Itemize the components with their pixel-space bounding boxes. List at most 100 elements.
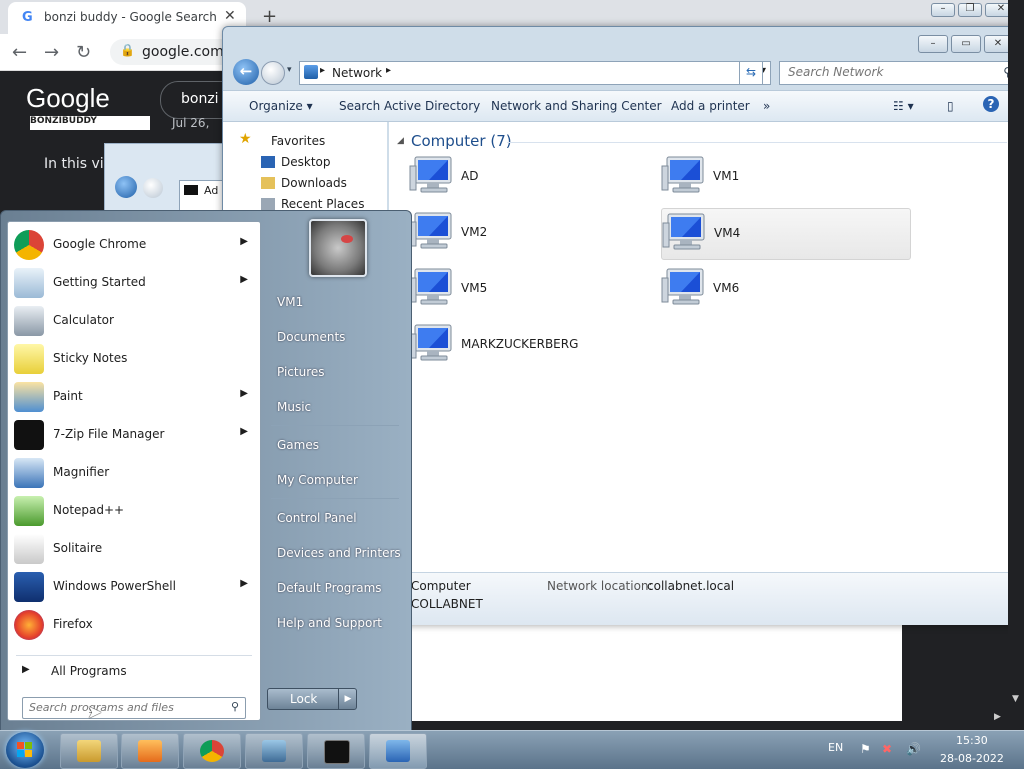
power-options-icon[interactable]: ▶ [338,689,357,709]
start-right-item[interactable]: Control Panel [267,503,403,533]
start-program-item[interactable]: Sticky Notes [10,340,256,376]
start-program-item[interactable]: Calculator [10,302,256,338]
forward-button[interactable] [261,61,285,85]
address-segment-network[interactable]: Network [332,66,382,80]
nav-desktop[interactable]: Desktop [281,155,331,169]
taskbar-network-button[interactable] [369,733,427,769]
computer-item[interactable]: VM1 [661,152,909,202]
new-tab-button[interactable]: + [262,6,277,27]
nav-favorites[interactable]: Favorites [271,134,325,148]
search-input[interactable] [780,62,988,82]
start-right-item[interactable]: Pictures [267,357,403,387]
scroll-right-icon[interactable]: ▶ [994,712,1001,722]
computer-name: AD [461,169,479,183]
start-program-item[interactable]: 7-Zip File Manager ▶ [10,416,256,452]
submenu-arrow-icon[interactable]: ▶ [240,578,248,589]
minimize-icon[interactable]: – [918,35,948,53]
computer-item[interactable]: VM6 [661,264,909,314]
start-program-item[interactable]: Firefox [10,606,256,642]
start-program-item[interactable]: Paint ▶ [10,378,256,414]
submenu-arrow-icon[interactable]: ▶ [240,236,248,247]
taskbar-cmd-button[interactable] [307,733,365,769]
taskbar-users-button[interactable] [245,733,303,769]
chevron-right-icon[interactable]: ▸ [386,65,391,76]
back-icon[interactable]: ← [12,42,27,63]
nav-downloads[interactable]: Downloads [281,176,347,190]
start-right-item[interactable]: My Computer [267,465,403,495]
taskbar-explorer-button[interactable] [60,733,118,769]
start-right-item[interactable]: VM1 [267,287,403,317]
network-sharing-center-button[interactable]: Network and Sharing Center [491,99,662,113]
submenu-arrow-icon[interactable]: ▶ [240,426,248,437]
computer-item[interactable]: VM4 [661,208,911,260]
recent-pages-icon[interactable]: ▾ [287,65,292,75]
maximize-icon[interactable]: ▭ [951,35,981,53]
start-right-item[interactable]: Music [267,392,403,422]
group-header[interactable]: Computer (7) [411,132,512,150]
computer-item[interactable]: MARKZUCKERBERG [409,320,657,370]
language-indicator[interactable]: EN [828,741,843,754]
start-search-input[interactable] [23,698,219,716]
computer-item[interactable]: VM2 [409,208,657,258]
chrome-scrollbar[interactable]: ▼ [1008,0,1024,730]
media-player-icon [138,740,162,762]
action-center-icon[interactable]: ⚑ [860,742,874,756]
sticky-notes-icon [14,344,44,374]
submenu-arrow-icon[interactable]: ▶ [240,388,248,399]
add-printer-button[interactable]: Add a printer [671,99,750,113]
computer-item[interactable]: VM5 [409,264,657,314]
more-commands-button[interactable]: » [763,99,770,113]
forward-icon[interactable]: → [44,42,59,63]
scroll-down-icon[interactable]: ▼ [1012,694,1019,704]
computer-item[interactable]: AD [409,152,657,202]
search-active-directory-button[interactable]: Search Active Directory [339,99,480,113]
nav-recent-places[interactable]: Recent Places [281,197,364,211]
clock-time[interactable]: 15:30 [956,734,988,747]
maximize-icon[interactable]: ❐ [958,3,982,17]
organize-button[interactable]: Organize ▾ [249,99,313,113]
computer-icon [409,212,452,249]
view-options-icon[interactable]: ☷ ▾ [893,99,914,113]
start-right-item[interactable]: Documents [267,322,403,352]
taskbar-media-player-button[interactable] [121,733,179,769]
start-program-item[interactable]: Notepad++ [10,492,256,528]
start-right-item[interactable]: Games [267,430,403,460]
minimize-icon[interactable]: – [931,3,955,17]
close-tab-icon[interactable]: ✕ [224,8,236,24]
lock-button[interactable]: Lock ▶ [267,688,357,710]
start-program-item[interactable]: Magnifier [10,454,256,490]
start-program-item[interactable]: Getting Started ▶ [10,264,256,300]
forward-icon[interactable] [143,178,163,198]
start-search-box[interactable]: ⚲ [22,697,246,719]
start-button[interactable] [6,732,44,768]
back-icon[interactable] [115,176,137,198]
taskbar-chrome-button[interactable] [183,733,241,769]
mini-address-text: Ad [204,184,219,197]
google-logo[interactable]: Google [26,83,110,114]
search-box[interactable]: ⚲ [779,61,1019,85]
start-program-item[interactable]: Windows PowerShell ▶ [10,568,256,604]
clock-date[interactable]: 28-08-2022 [940,752,1004,765]
user-avatar[interactable] [309,219,367,277]
all-programs-button[interactable]: ▶ All Programs [16,662,252,682]
preview-pane-icon[interactable]: ▯ [947,99,954,113]
background-explorer-window[interactable]: Ad [104,143,236,215]
chevron-right-icon[interactable]: ▸ [320,65,325,76]
help-icon[interactable]: ? [983,96,999,112]
volume-icon[interactable]: 🔊 [906,742,921,756]
refresh-button[interactable]: ⇆ [739,61,763,85]
start-right-item[interactable]: Devices and Printers [267,538,403,568]
start-right-item[interactable]: Default Programs [267,573,403,603]
submenu-arrow-icon[interactable]: ▶ [240,274,248,285]
collapse-group-icon[interactable]: ◢ [397,136,404,146]
address-bar[interactable]: ▸ Network ▸ ▾ [299,61,771,85]
reload-icon[interactable]: ↻ [76,42,91,63]
start-right-item[interactable]: Help and Support [267,608,403,638]
network-status-icon[interactable]: ✖ [882,742,896,756]
computer-name: VM5 [461,281,488,295]
chrome-tab[interactable]: G bonzi buddy - Google Search ✕ [8,2,246,34]
start-program-item[interactable]: Solitaire [10,530,256,566]
back-button[interactable]: ← [233,59,259,85]
network-icon [386,740,410,762]
start-program-item[interactable]: Google Chrome ▶ [10,226,256,262]
